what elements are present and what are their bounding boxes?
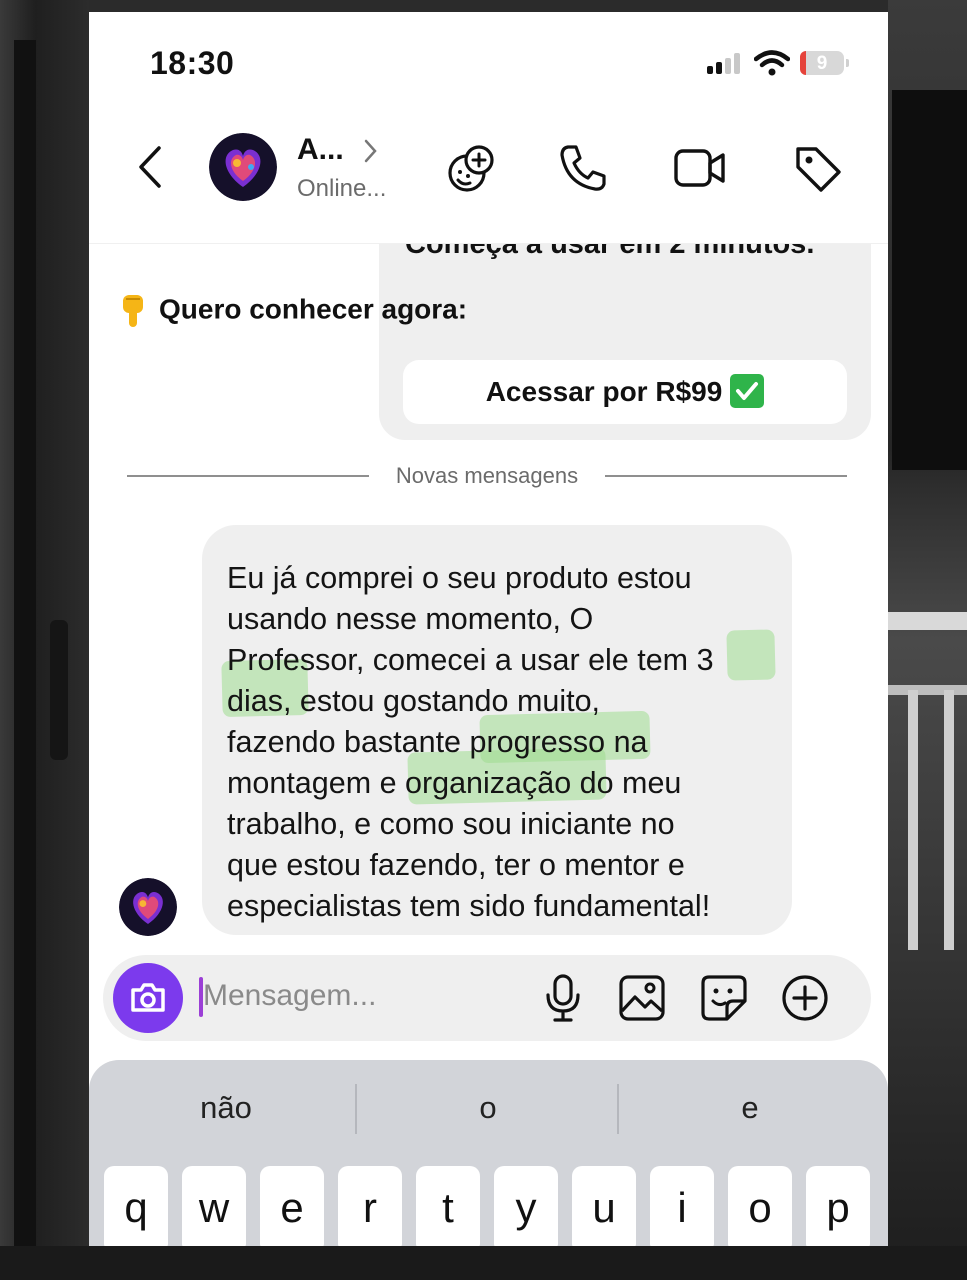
access-button-label: Acessar por R$99 (485, 376, 723, 407)
key-u[interactable]: u (572, 1166, 636, 1246)
background-photo-right (888, 0, 967, 1280)
status-time: 18:30 (150, 45, 235, 81)
wifi-icon (754, 50, 790, 76)
camera-icon (131, 983, 165, 1012)
phone-screen: 18:30 9 Começa a usar em 2 minutos. Aces… (89, 12, 888, 1246)
message-line: que estou fazendo, ter o mentor e (227, 848, 685, 882)
pointing-down-icon (119, 293, 147, 329)
suggestion-2[interactable]: o (357, 1090, 619, 1126)
background-photo-bottom (0, 1246, 967, 1280)
message-line: fazendo bastante progresso na (227, 725, 648, 759)
message-line: Professor, comecei a usar ele tem 3 (227, 643, 714, 677)
message-composer (103, 955, 871, 1041)
message-bubble[interactable]: Eu já comprei o seu produto estou usando… (202, 525, 792, 935)
suggestion-1[interactable]: não (95, 1090, 357, 1126)
background-photo-left (0, 0, 89, 1280)
message-line: montagem e organização do meu (227, 766, 682, 800)
message-text: Eu já comprei o seu produto estou usando… (227, 558, 787, 927)
key-o[interactable]: o (728, 1166, 792, 1246)
plus-circle-icon[interactable] (780, 973, 830, 1023)
emoji-add-icon[interactable] (445, 143, 497, 195)
signal-icon (707, 52, 745, 74)
key-y[interactable]: y (494, 1166, 558, 1246)
new-messages-divider: Novas mensagens (395, 463, 579, 488)
key-t[interactable]: t (416, 1166, 480, 1246)
suggestion-3[interactable]: e (619, 1090, 881, 1126)
battery-level: 9 (816, 53, 828, 74)
contact-status: Online... (297, 175, 387, 202)
contact-name[interactable]: A... (297, 133, 344, 167)
message-line: usando nesse momento, O (227, 602, 594, 636)
check-mark-icon (730, 373, 765, 408)
key-i[interactable]: i (650, 1166, 714, 1246)
back-icon[interactable] (133, 144, 169, 190)
sticker-icon[interactable] (699, 973, 749, 1023)
camera-button[interactable] (113, 963, 183, 1033)
chevron-right-icon[interactable] (361, 137, 379, 165)
message-line: Eu já comprei o seu produto estou (227, 561, 692, 595)
key-e[interactable]: e (260, 1166, 324, 1246)
video-icon[interactable] (673, 143, 727, 193)
message-input[interactable] (203, 973, 523, 1019)
key-q[interactable]: q (104, 1166, 168, 1246)
tag-icon[interactable] (792, 143, 844, 195)
message-line: trabalho, e como sou iniciante no (227, 807, 675, 841)
access-button[interactable]: Acessar por R$99 (403, 360, 847, 424)
avatar[interactable] (209, 133, 277, 201)
cta-text: Quero conhecer agora: (159, 293, 468, 325)
key-p[interactable]: p (806, 1166, 870, 1246)
divider-line-left (127, 475, 369, 477)
divider-line-right (605, 475, 847, 477)
keyboard: não o e q w e r t y u i o p (89, 1060, 888, 1246)
key-r[interactable]: r (338, 1166, 402, 1246)
phone-icon[interactable] (558, 143, 608, 193)
message-line: dias, estou gostando muito, (227, 684, 601, 718)
battery-indicator: 9 (800, 51, 849, 75)
image-icon[interactable] (617, 973, 667, 1023)
message-line: especialistas tem sido fundamental! (227, 889, 711, 923)
microphone-icon[interactable] (543, 973, 583, 1023)
previous-message-cta: Quero conhecer agora: (119, 293, 467, 329)
sender-avatar[interactable] (119, 878, 177, 936)
key-w[interactable]: w (182, 1166, 246, 1246)
chat-header: A... Online... (89, 117, 888, 244)
